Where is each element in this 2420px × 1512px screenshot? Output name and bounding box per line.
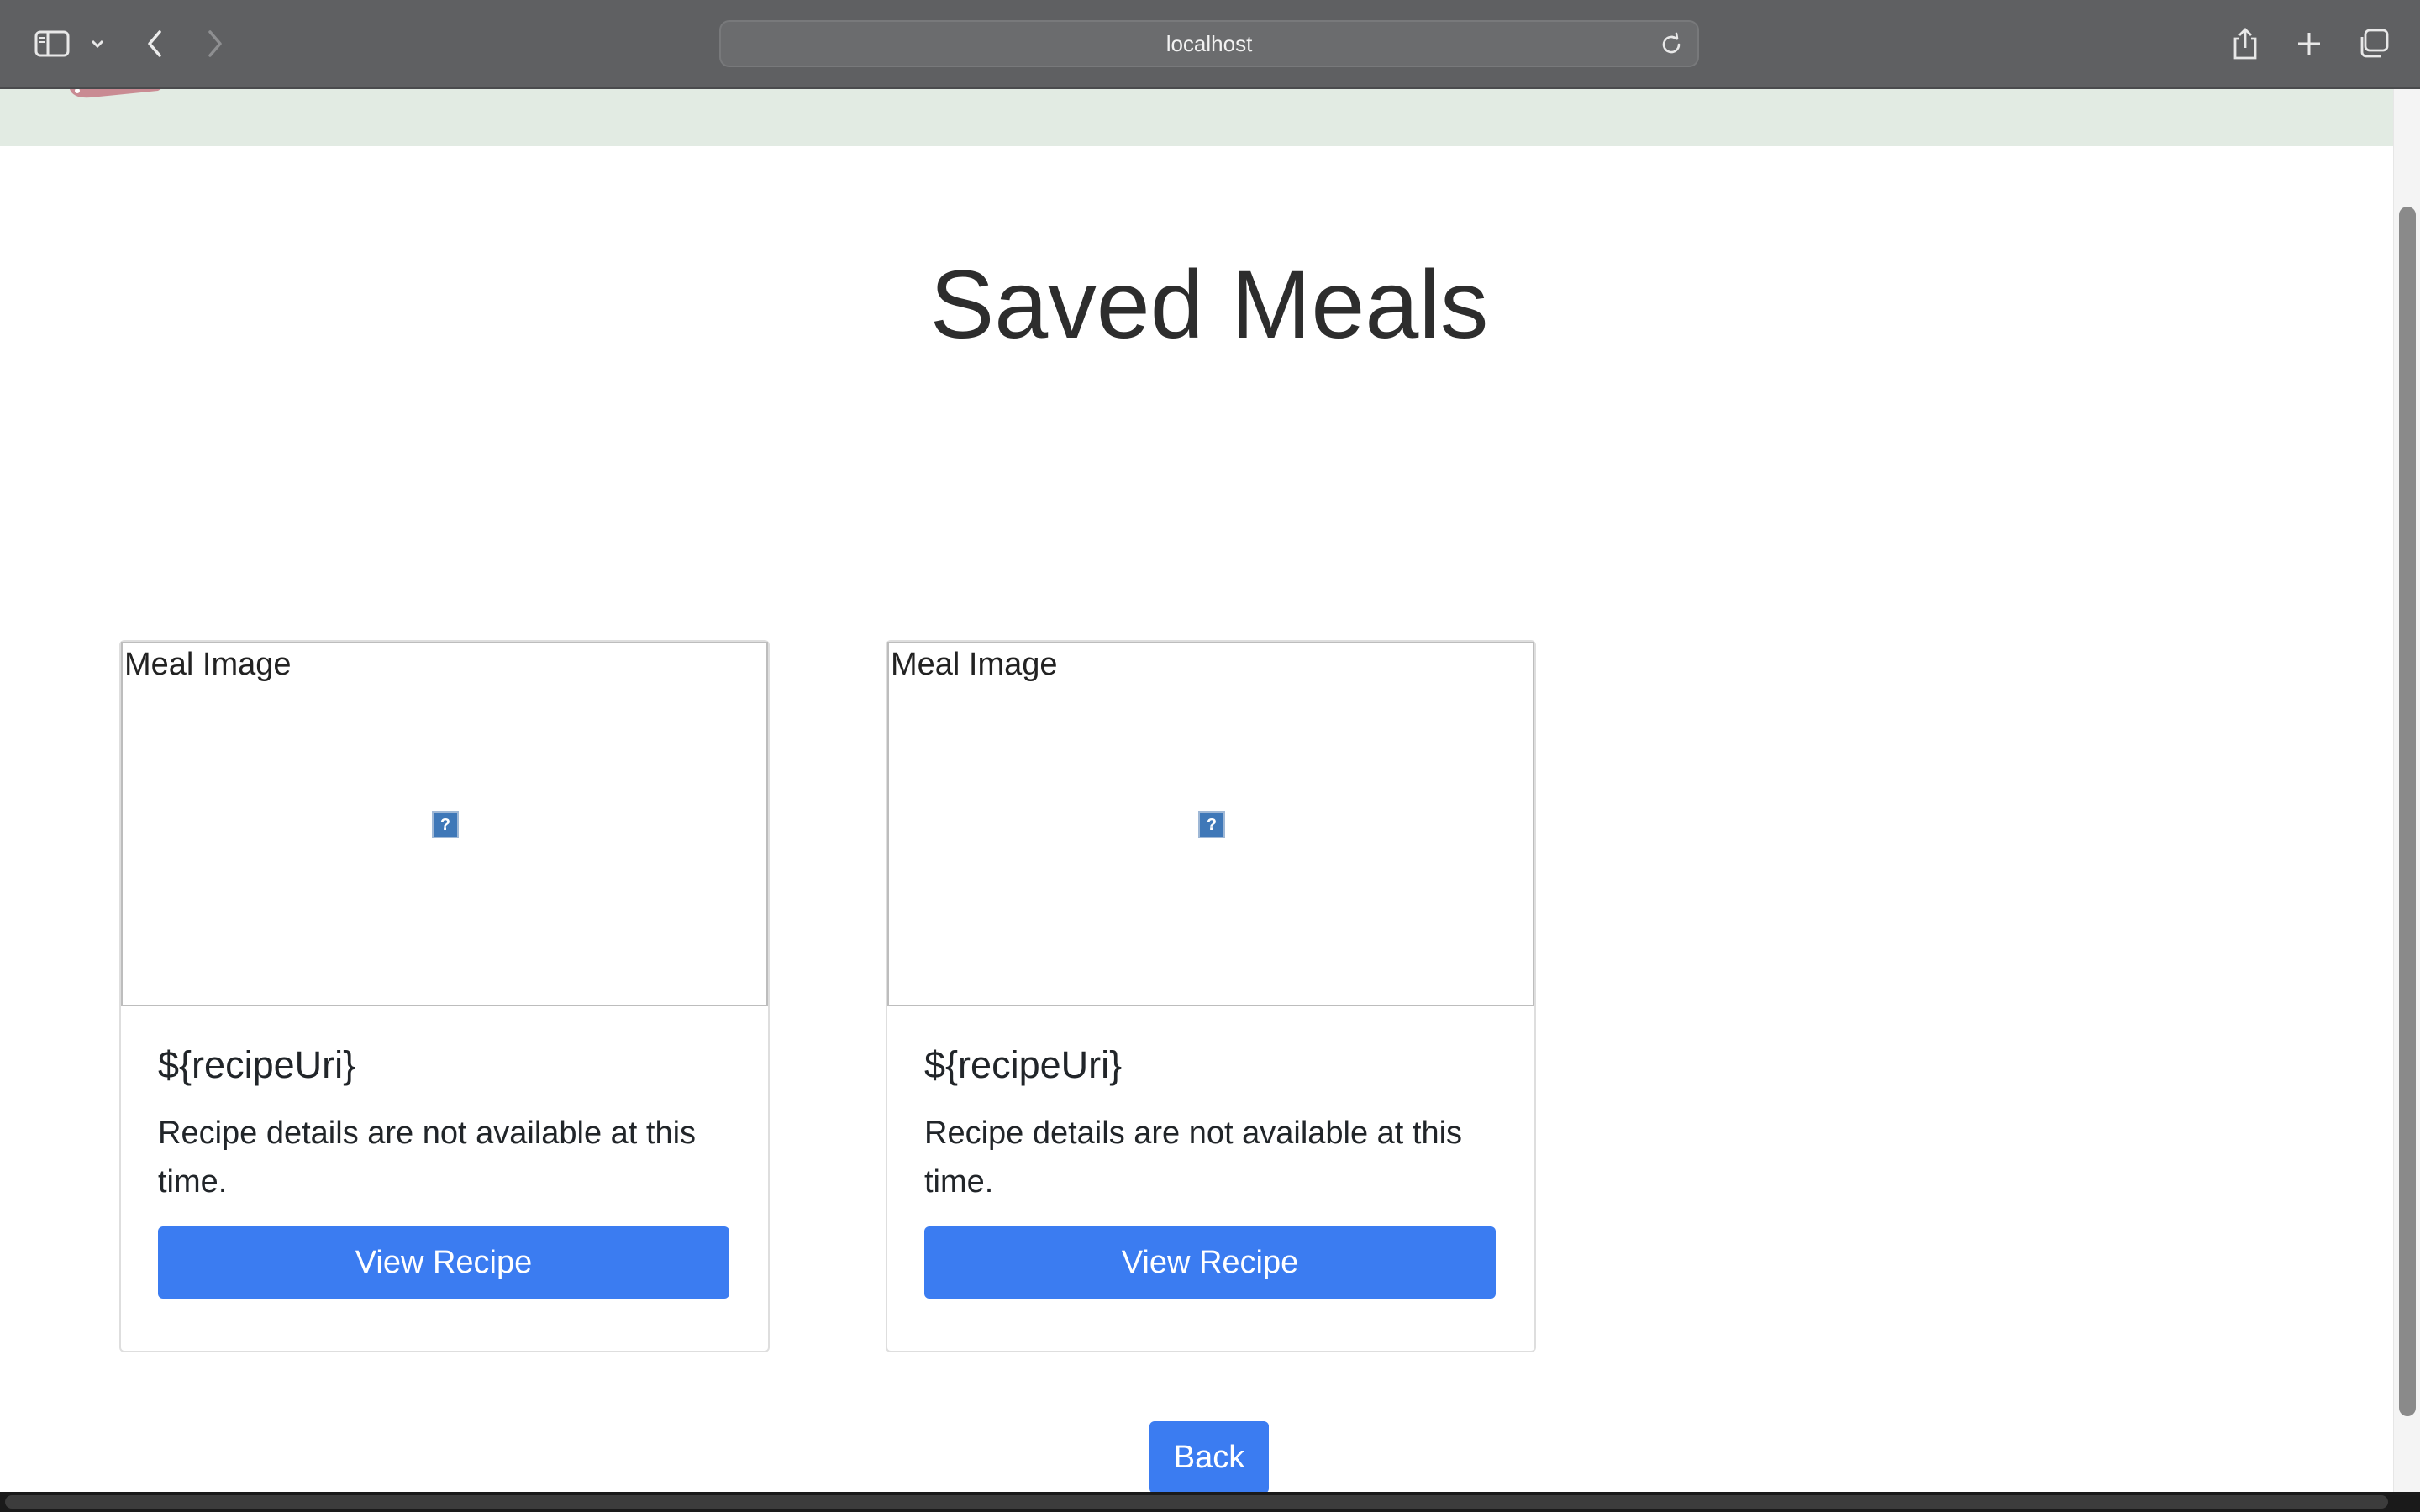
card-title: ${recipeUri} <box>158 1043 356 1086</box>
horizontal-scrollbar-thumb[interactable] <box>5 1495 2388 1509</box>
meal-card: Meal Image ? ${recipeUri} Recipe details… <box>886 640 1536 1352</box>
view-recipe-button[interactable]: View Recipe <box>924 1226 1496 1299</box>
back-button[interactable]: Back <box>1150 1421 1269 1494</box>
card-title: ${recipeUri} <box>924 1043 1123 1086</box>
horizontal-scrollbar[interactable] <box>0 1492 2420 1512</box>
page-viewport: Saved Meals Meal Image ? ${recipeUri} Re… <box>0 89 2393 1495</box>
card-text: Recipe details are not available at this… <box>158 1116 697 1200</box>
address-text: localhost <box>1165 30 1253 56</box>
meal-image-alt-text: Meal Image <box>124 647 292 682</box>
card-text: Recipe details are not available at this… <box>924 1116 1463 1200</box>
page-title: Saved Meals <box>929 251 1489 359</box>
tabs-overview-icon[interactable] <box>2356 22 2390 66</box>
broken-image-icon: ? <box>1198 811 1225 838</box>
meal-image-alt-text: Meal Image <box>891 647 1058 682</box>
meal-card: Meal Image ? ${recipeUri} Recipe details… <box>119 640 770 1352</box>
plus-icon[interactable] <box>2294 22 2324 66</box>
meal-image: Meal Image ? <box>887 642 1534 1006</box>
vertical-scrollbar[interactable] <box>2393 89 2420 1495</box>
view-recipe-button[interactable]: View Recipe <box>158 1226 729 1299</box>
share-icon[interactable] <box>2230 22 2260 66</box>
broken-image-icon: ? <box>432 811 459 838</box>
sidebar-icon[interactable] <box>32 22 72 66</box>
forward-arrow-icon[interactable] <box>202 22 229 66</box>
meal-image: Meal Image ? <box>121 642 768 1006</box>
chevron-down-icon[interactable] <box>87 22 108 66</box>
site-header <box>0 89 2393 146</box>
browser-toolbar: localhost <box>0 0 2420 89</box>
reload-icon[interactable] <box>1659 32 1684 63</box>
logo-icon[interactable] <box>66 89 175 107</box>
back-arrow-icon[interactable] <box>141 22 168 66</box>
address-bar[interactable]: localhost <box>719 20 1699 67</box>
vertical-scrollbar-thumb[interactable] <box>2399 207 2416 1416</box>
